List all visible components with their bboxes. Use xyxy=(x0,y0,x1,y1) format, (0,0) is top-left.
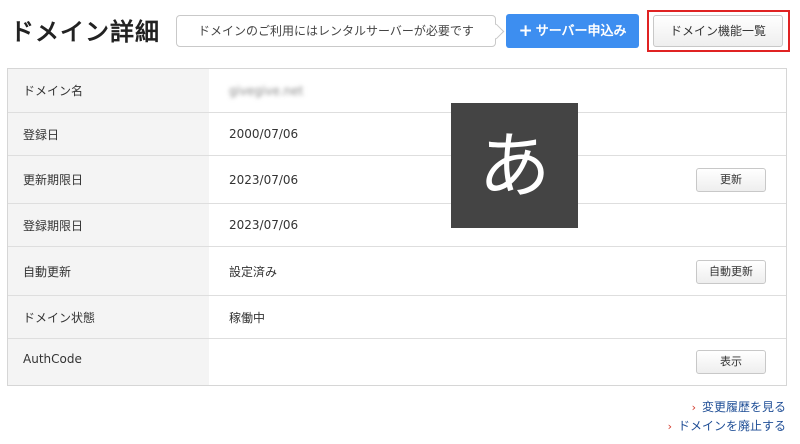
renew-button[interactable]: 更新 xyxy=(696,168,766,192)
row-label: 自動更新 xyxy=(23,264,72,279)
page-title: ドメイン詳細 xyxy=(10,18,160,46)
row-label: ドメイン名 xyxy=(23,84,84,98)
auto-renewal-value: 設定済み xyxy=(229,264,278,279)
notice-text: ドメインのご利用にはレンタルサーバーが必要です xyxy=(198,24,474,38)
registration-date-value: 2000/07/06 xyxy=(229,127,299,141)
notice-arrow xyxy=(488,23,505,40)
table-row-domain-status: ドメイン状態 稼働中 xyxy=(8,295,786,338)
table-row-renewal-deadline: 更新期限日 2023/07/06 更新 xyxy=(8,155,786,203)
registration-expiry-value: 2023/07/06 xyxy=(229,218,299,232)
table-row-domain-name: ドメイン名 givegive.net xyxy=(8,69,786,112)
row-label: 更新期限日 xyxy=(23,173,84,187)
hiragana-mode-icon: あ xyxy=(478,123,551,208)
server-apply-label: サーバー申込み xyxy=(535,24,627,39)
abolish-domain-label: ドメインを廃止する xyxy=(677,419,786,433)
show-authcode-button[interactable]: 表示 xyxy=(696,350,766,374)
domain-detail-table: ドメイン名 givegive.net 登録日 2000/07/06 更新期限日 … xyxy=(7,68,787,386)
table-row-authcode: AuthCode 表示 xyxy=(8,338,786,385)
domain-functions-button[interactable]: ドメイン機能一覧 xyxy=(653,15,783,47)
change-history-link[interactable]: › 変更履歴を見る xyxy=(692,398,786,415)
row-label: 登録期限日 xyxy=(23,218,84,233)
table-row-registration-expiry: 登録期限日 2023/07/06 xyxy=(8,203,786,246)
row-label: ドメイン状態 xyxy=(23,310,96,325)
change-history-label: 変更履歴を見る xyxy=(701,400,786,414)
row-label: 登録日 xyxy=(23,127,60,142)
table-row-auto-renewal: 自動更新 設定済み 自動更新 xyxy=(8,246,786,295)
server-required-notice: ドメインのご利用にはレンタルサーバーが必要です xyxy=(176,15,505,47)
abolish-domain-link[interactable]: › ドメインを廃止する xyxy=(668,417,786,434)
chevron-right-icon: › xyxy=(691,401,696,414)
renewal-deadline-value: 2023/07/06 xyxy=(229,172,299,187)
table-row-registration-date: 登録日 2000/07/06 xyxy=(8,112,786,155)
row-label: AuthCode xyxy=(23,352,82,366)
domain-status-value: 稼働中 xyxy=(229,310,266,325)
ime-mode-indicator: あ xyxy=(451,103,578,228)
server-apply-button[interactable]: + サーバー申込み xyxy=(506,14,639,48)
auto-renewal-button[interactable]: 自動更新 xyxy=(696,260,766,284)
domain-name-value: givegive.net xyxy=(229,83,304,98)
plus-icon: + xyxy=(518,21,533,41)
chevron-right-icon: › xyxy=(667,420,672,433)
